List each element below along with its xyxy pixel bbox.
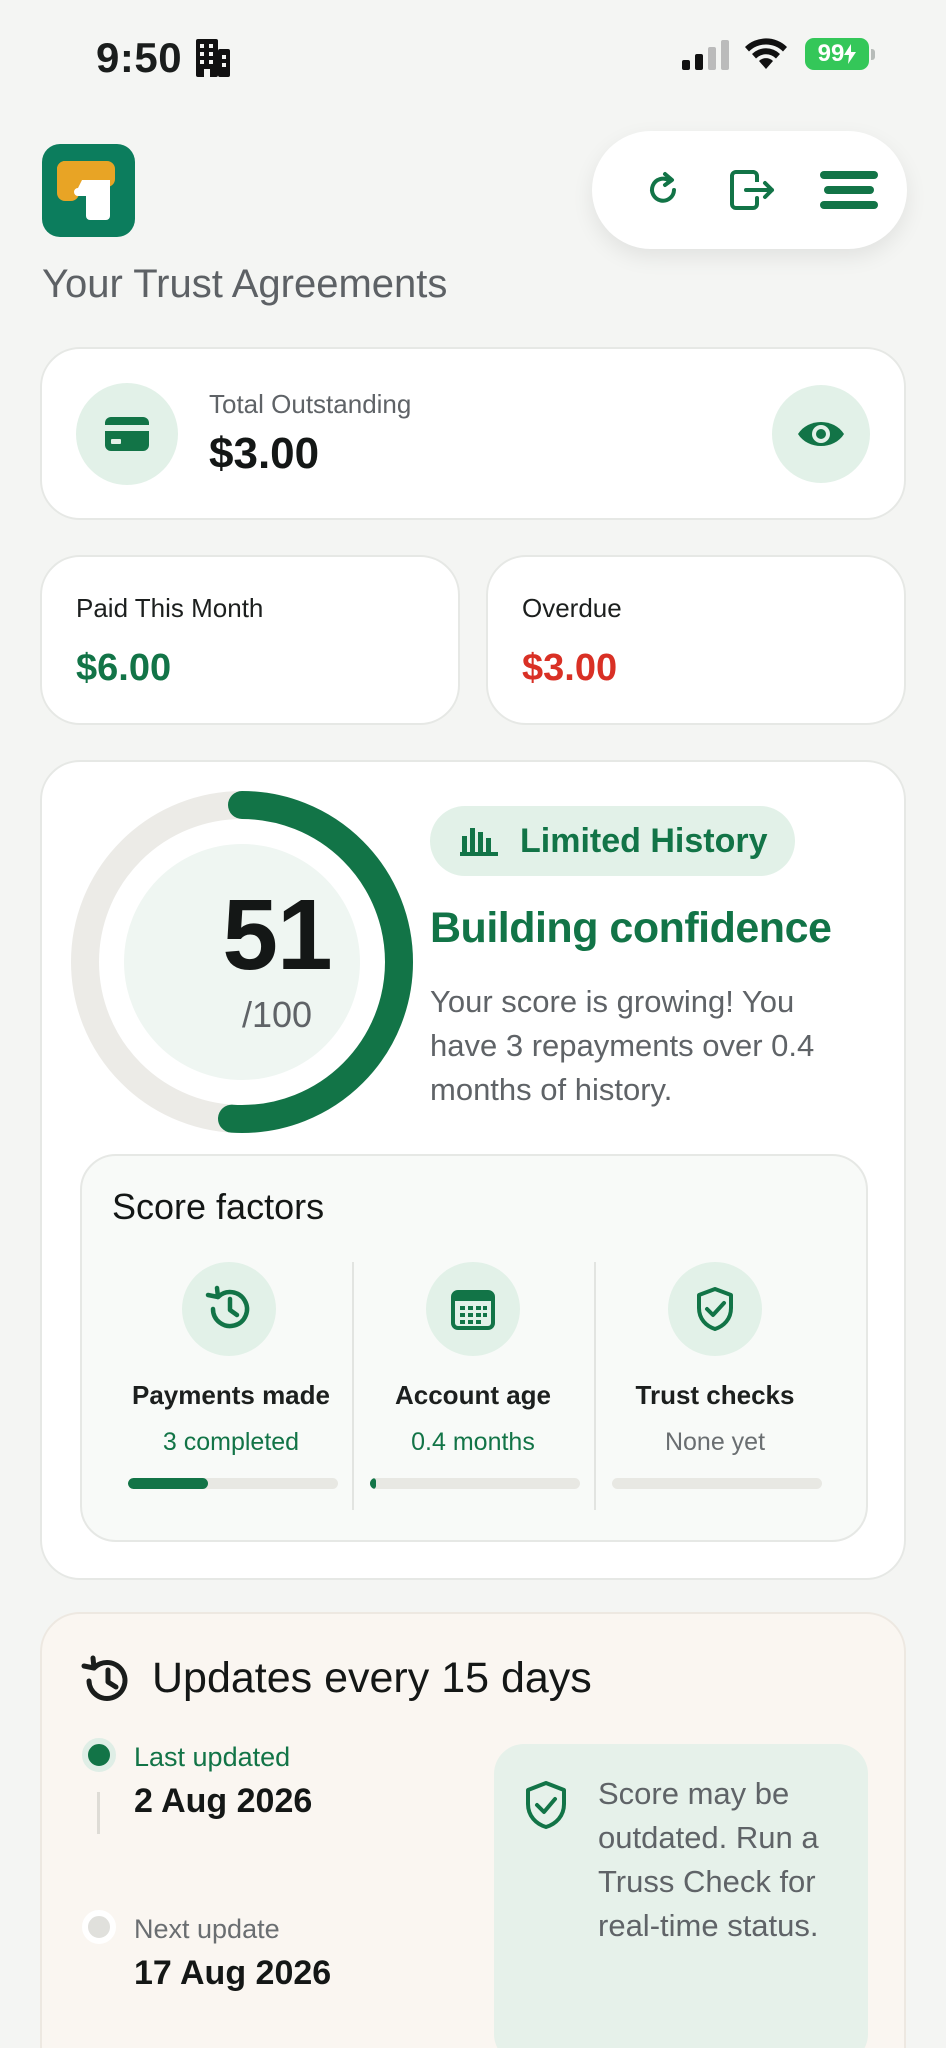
score-description: Your score is growing! You have 3 repaym… xyxy=(430,984,815,1107)
paid-this-month-card: Paid This Month $6.00 xyxy=(40,555,460,725)
outdated-notice: Score may be outdated. Run a Truss Check… xyxy=(494,1744,868,2048)
logo-mark xyxy=(57,161,115,220)
overdue-label: Overdue xyxy=(522,593,622,623)
history-icon xyxy=(205,1285,250,1329)
app-logo xyxy=(42,144,135,237)
factor-title: Payments made xyxy=(132,1380,330,1410)
updates-card: Updates every 15 days Last updated 2 Aug… xyxy=(40,1612,906,2048)
outstanding-value: $3.00 xyxy=(209,429,320,478)
credit-card-icon xyxy=(105,417,149,451)
timeline-dot-active xyxy=(82,1738,116,1772)
card-icon-wrap xyxy=(76,383,178,485)
score-value: 51 xyxy=(222,879,332,991)
factor-icon-wrap xyxy=(182,1262,276,1356)
factor-trust-checks: Trust checks None yet xyxy=(612,1262,854,1510)
battery-indicator: 99 xyxy=(805,38,869,70)
overdue-value: $3.00 xyxy=(522,647,618,689)
toggle-visibility-button[interactable] xyxy=(772,385,870,483)
factor-title: Trust checks xyxy=(635,1380,795,1410)
history-badge-label: Limited History xyxy=(520,821,768,860)
last-updated-label: Last updated xyxy=(134,1742,291,1772)
updates-title: Updates every 15 days xyxy=(152,1654,592,1702)
status-time: 9:50 xyxy=(96,34,183,81)
charging-icon xyxy=(844,44,857,64)
factor-icon-wrap xyxy=(426,1262,520,1356)
score-headline: Building confidence xyxy=(430,904,832,952)
signal-icon xyxy=(682,40,729,70)
battery-level: 99 xyxy=(817,40,845,67)
last-updated-value: 2 Aug 2026 xyxy=(134,1782,313,1820)
menu-icon xyxy=(820,171,878,209)
paid-value: $6.00 xyxy=(76,647,172,689)
history-icon xyxy=(81,1655,128,1701)
factor-progress-fill xyxy=(370,1478,377,1489)
bar-chart-icon xyxy=(460,828,498,856)
factor-divider xyxy=(594,1262,596,1510)
eye-icon xyxy=(798,422,844,446)
factor-subtitle: 3 completed xyxy=(162,1428,300,1456)
factor-progress-track xyxy=(128,1478,338,1489)
outstanding-label: Total Outstanding xyxy=(209,389,412,419)
score-max: /100 xyxy=(241,994,313,1035)
shield-check-icon xyxy=(526,1781,566,1829)
score-factors-panel: Score factors Payments made 3 completed xyxy=(80,1154,868,1542)
logout-button[interactable] xyxy=(723,161,781,219)
building-icon xyxy=(196,39,230,77)
timeline-connector xyxy=(97,1792,100,1834)
factor-subtitle: 0.4 months xyxy=(411,1428,535,1456)
next-update-label: Next update xyxy=(134,1914,280,1944)
factor-subtitle: None yet xyxy=(664,1428,766,1456)
factor-account-age: Account age 0.4 months xyxy=(370,1262,612,1510)
page-title: Your Trust Agreements xyxy=(42,262,448,306)
factor-progress-track xyxy=(370,1478,580,1489)
logout-icon xyxy=(730,170,774,210)
refresh-icon xyxy=(650,172,676,203)
wifi-icon xyxy=(745,38,787,69)
header-toolbar xyxy=(592,131,907,249)
calendar-icon xyxy=(451,1290,495,1330)
paid-label: Paid This Month xyxy=(76,593,264,623)
menu-button[interactable] xyxy=(818,161,880,219)
battery-nub xyxy=(871,49,875,60)
factor-divider xyxy=(352,1262,354,1510)
next-update-value: 17 Aug 2026 xyxy=(134,1954,332,1992)
refresh-button[interactable] xyxy=(634,161,692,219)
shield-check-icon xyxy=(697,1287,733,1331)
factor-icon-wrap xyxy=(668,1262,762,1356)
timeline-dot-inactive xyxy=(82,1910,116,1944)
status-bar: 9:50 99 xyxy=(0,0,946,112)
score-factors-title: Score factors xyxy=(112,1186,325,1227)
history-badge: Limited History xyxy=(430,806,796,876)
factor-progress-fill xyxy=(128,1478,208,1489)
overdue-card: Overdue $3.00 xyxy=(486,555,906,725)
outstanding-card: Total Outstanding $3.00 xyxy=(40,347,906,520)
factor-payments-made: Payments made 3 completed xyxy=(128,1262,370,1510)
trust-score-card: 51 /100 Limited History Building confide… xyxy=(40,760,906,1580)
factor-title: Account age xyxy=(394,1380,552,1410)
outdated-notice-text: Score may be outdated. Run a Truss Check… xyxy=(598,1776,819,1943)
factor-progress-track xyxy=(612,1478,822,1489)
